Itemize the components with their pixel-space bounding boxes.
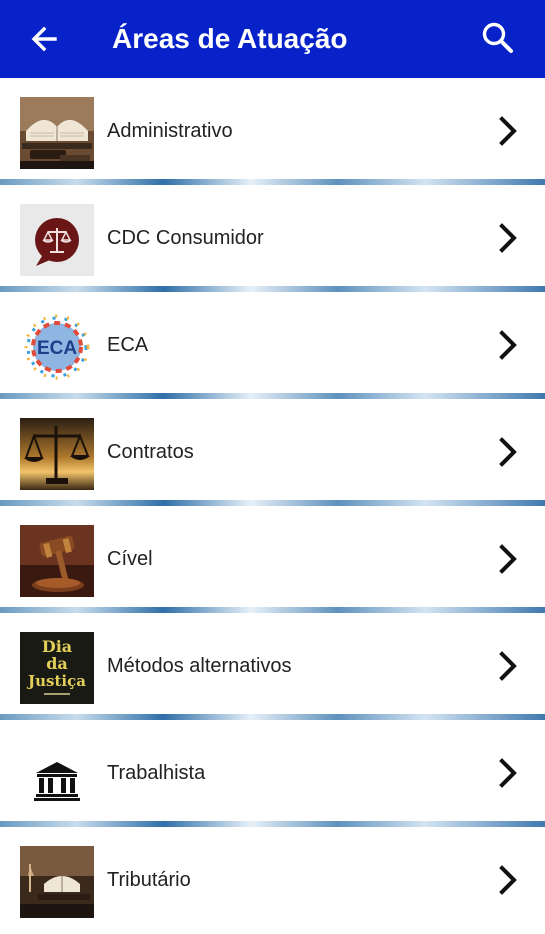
image-text-da: da	[46, 654, 68, 673]
chevron-right-icon	[499, 437, 517, 467]
item-label: Tributário	[107, 869, 191, 891]
list-item-trabalhista[interactable]: Trabalhista	[0, 720, 545, 827]
chevron-right-icon	[499, 758, 517, 788]
administrativo-image	[20, 97, 94, 169]
list-item-civel[interactable]: Cível	[0, 506, 545, 613]
chevron-right-icon	[499, 223, 517, 253]
search-button[interactable]	[474, 14, 522, 62]
image-text-justica: Justiça	[26, 672, 86, 690]
svg-text:ECA: ECA	[37, 338, 77, 359]
item-label: ECA	[107, 334, 149, 356]
chevron-right-icon	[499, 116, 517, 146]
list-item-metodos-alternativos[interactable]: Dia da Justiça Métodos alternativos	[0, 613, 545, 720]
item-label: CDC Consumidor	[107, 227, 264, 249]
chevron-right-icon	[499, 544, 517, 574]
chevron-right-icon	[499, 865, 517, 895]
eca-image: ECA	[20, 311, 94, 383]
list-item-administrativo[interactable]: Administrativo	[0, 78, 545, 185]
cdc-consumidor-image	[20, 204, 94, 276]
item-label: Contratos	[107, 441, 194, 463]
app-bar: Áreas de Atuação	[0, 0, 545, 78]
item-label: Trabalhista	[107, 762, 206, 784]
item-label: Cível	[107, 548, 153, 570]
list-item-cdc-consumidor[interactable]: CDC Consumidor	[0, 185, 545, 292]
list-item-tributario[interactable]: Tributário	[0, 827, 545, 934]
civel-image	[20, 525, 94, 597]
search-icon	[482, 22, 513, 53]
areas-list: Administrativo CDC Consumidor ECA ECA Co…	[0, 78, 545, 934]
item-label: Administrativo	[107, 120, 233, 142]
contratos-image	[20, 418, 94, 490]
chevron-right-icon	[499, 330, 517, 360]
courthouse-icon	[20, 739, 94, 811]
list-item-contratos[interactable]: Contratos	[0, 399, 545, 506]
item-label: Métodos alternativos	[107, 655, 292, 677]
tributario-image	[20, 846, 94, 918]
dia-da-justica-image: Dia da Justiça	[20, 632, 94, 704]
arrow-left-icon	[31, 26, 57, 52]
page-title: Áreas de Atuação	[112, 23, 348, 54]
list-item-eca[interactable]: ECA ECA	[0, 292, 545, 399]
back-button[interactable]	[25, 18, 67, 60]
chevron-right-icon	[499, 651, 517, 681]
